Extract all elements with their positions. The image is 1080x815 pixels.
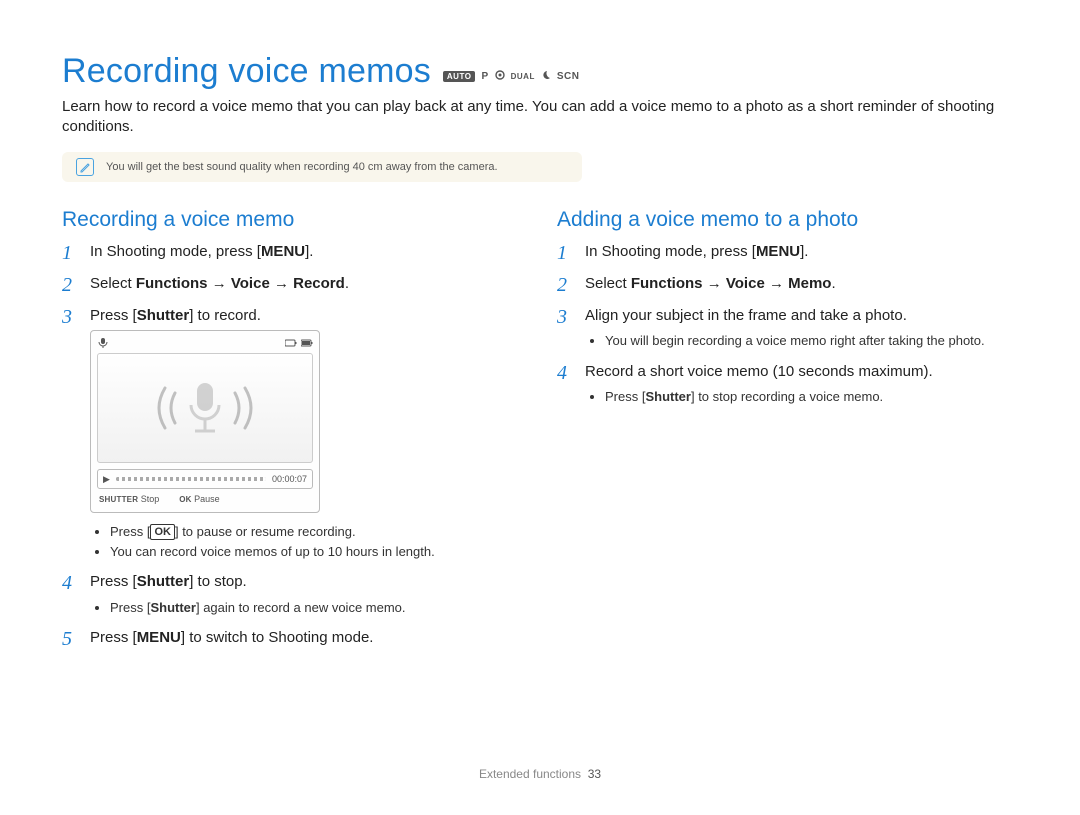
mode-night-icon [541, 70, 551, 83]
right-column: Adding a voice memo to a photo In Shooti… [557, 208, 1018, 661]
step-bold: Shutter [137, 307, 190, 324]
step-text: Align your subject in the frame and take… [585, 307, 907, 324]
screenshot-progress-bar: ▶ 00:00:07 [97, 469, 313, 489]
battery-icon [285, 339, 313, 347]
sub-item: Press [Shutter] again to record a new vo… [110, 599, 523, 617]
title-row: Recording voice memos AUTO P DUAL SCN [62, 52, 1018, 91]
sub-text: Press [ [110, 524, 150, 539]
step-text: ] to stop. [189, 573, 247, 590]
step-text: Press [ [90, 629, 137, 646]
step-text: Select [90, 275, 136, 292]
right-step-3: Align your subject in the frame and take… [557, 306, 1018, 350]
step-text: ]. [800, 243, 808, 260]
ok-badge: OK [150, 524, 175, 540]
step-text: → [208, 275, 231, 292]
mode-auto-icon: AUTO [443, 71, 476, 82]
right-step-1: In Shooting mode, press [MENU]. [557, 242, 1018, 262]
menu-label: MENU [137, 629, 181, 646]
right-step-4-sub: Press [Shutter] to stop recording a voic… [585, 388, 1018, 406]
left-step-3-sub: Press [OK] to pause or resume recording.… [90, 523, 523, 560]
sub-bold: Shutter [645, 389, 691, 404]
screenshot-body [97, 353, 313, 463]
step-bold: Memo [788, 275, 831, 292]
sub-text: ] again to record a new voice memo. [196, 600, 406, 615]
step-text: ] to switch to Shooting mode. [181, 629, 374, 646]
left-step-4: Press [Shutter] to stop. Press [Shutter]… [62, 572, 523, 616]
sub-item: You can record voice memos of up to 10 h… [110, 543, 523, 561]
step-text: Record a short voice memo (10 seconds ma… [585, 363, 933, 380]
pause-label: Pause [194, 494, 220, 504]
sub-item: Press [OK] to pause or resume recording. [110, 523, 523, 541]
footer-section: Extended functions [479, 767, 581, 781]
left-column: Recording a voice memo In Shooting mode,… [62, 208, 523, 661]
menu-label: MENU [261, 243, 305, 260]
tip-text: You will get the best sound quality when… [106, 161, 498, 173]
step-bold: Record [293, 275, 345, 292]
recorder-screenshot: ▶ 00:00:07 SHUTTER Stop OK Pause [90, 330, 320, 513]
shutter-key-label: SHUTTER [99, 495, 138, 504]
step-text: Select [585, 275, 631, 292]
left-heading: Recording a voice memo [62, 208, 523, 232]
sub-text: Press [ [605, 389, 645, 404]
left-step-3: Press [Shutter] to record. [62, 306, 523, 560]
right-steps: In Shooting mode, press [MENU]. Select F… [557, 242, 1018, 406]
screenshot-labels: SHUTTER Stop OK Pause [97, 493, 313, 506]
mode-scn-icon: SCN [557, 71, 580, 82]
sub-text: ] to stop recording a voice memo. [691, 389, 883, 404]
screenshot-status-bar [97, 337, 313, 349]
right-heading: Adding a voice memo to a photo [557, 208, 1018, 232]
step-bold: Shutter [137, 573, 190, 590]
page-content: Recording voice memos AUTO P DUAL SCN Le… [0, 0, 1080, 692]
tip-box: You will get the best sound quality when… [62, 152, 582, 182]
step-text: . [831, 275, 835, 292]
ok-key-label: OK [179, 495, 191, 504]
step-text: → [703, 275, 726, 292]
mode-dual-icon [495, 70, 505, 83]
left-step-5: Press [MENU] to switch to Shooting mode. [62, 628, 523, 648]
sub-text: ] to pause or resume recording. [175, 524, 356, 539]
step-text: . [345, 275, 349, 292]
mic-waves-icon [145, 373, 265, 443]
step-bold: Functions [631, 275, 703, 292]
page-footer: Extended functions 33 [0, 767, 1080, 781]
step-text: ]. [305, 243, 313, 260]
stop-label: Stop [141, 494, 160, 504]
step-text: In Shooting mode, press [ [90, 243, 261, 260]
left-step-2: Select Functions → Voice → Record. [62, 274, 523, 294]
intro-text: Learn how to record a voice memo that yo… [62, 97, 1018, 138]
step-text: ] to record. [189, 307, 261, 324]
sub-bold: Shutter [150, 600, 196, 615]
mode-dual-label: DUAL [511, 72, 535, 81]
right-step-2: Select Functions → Voice → Memo. [557, 274, 1018, 294]
left-step-4-sub: Press [Shutter] again to record a new vo… [90, 599, 523, 617]
note-icon [76, 158, 94, 176]
page-number: 33 [588, 767, 601, 781]
right-step-3-sub: You will begin recording a voice memo ri… [585, 332, 1018, 350]
sub-item: Press [Shutter] to stop recording a voic… [605, 388, 1018, 406]
step-text: Press [ [90, 307, 137, 324]
step-bold: Functions [136, 275, 208, 292]
mode-p-icon: P [481, 71, 488, 82]
step-bold: Voice [726, 275, 765, 292]
step-text: → [270, 275, 293, 292]
menu-label: MENU [756, 243, 800, 260]
right-step-4: Record a short voice memo (10 seconds ma… [557, 362, 1018, 406]
step-bold: Voice [231, 275, 270, 292]
step-text: → [765, 275, 788, 292]
step-text: Press [ [90, 573, 137, 590]
time-counter: 00:00:07 [272, 473, 307, 485]
page-title: Recording voice memos [62, 52, 431, 91]
columns: Recording a voice memo In Shooting mode,… [62, 208, 1018, 661]
mode-icons: AUTO P DUAL SCN [443, 70, 580, 83]
sub-text: Press [ [110, 600, 150, 615]
step-text: In Shooting mode, press [ [585, 243, 756, 260]
left-step-1: In Shooting mode, press [MENU]. [62, 242, 523, 262]
left-steps: In Shooting mode, press [MENU]. Select F… [62, 242, 523, 649]
sub-item: You will begin recording a voice memo ri… [605, 332, 1018, 350]
mic-icon [97, 337, 109, 349]
progress-track [116, 477, 266, 481]
